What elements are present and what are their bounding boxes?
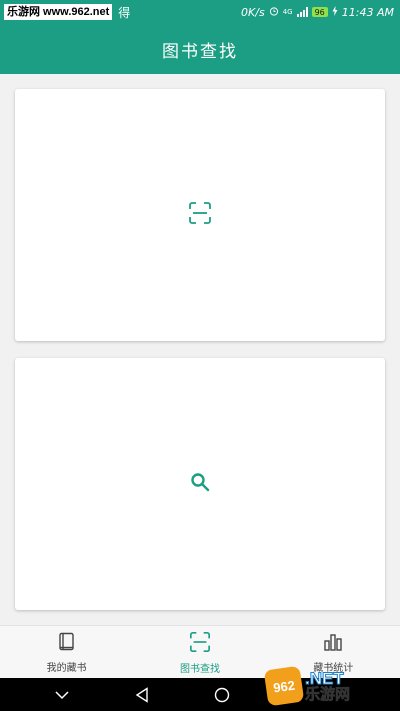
- nav-item-book-search[interactable]: 图书查找: [133, 626, 266, 679]
- scan-frame-icon: [188, 201, 212, 229]
- network-speed: 0K/s: [241, 5, 265, 19]
- page-title: 图书查找: [162, 41, 238, 62]
- charging-icon: [332, 5, 338, 19]
- watermark-logo: 962 .NET 乐游网: [263, 663, 396, 709]
- nav-item-my-books[interactable]: 我的藏书: [0, 626, 133, 679]
- search-icon: [190, 472, 210, 496]
- search-book-card[interactable]: [15, 358, 385, 610]
- watermark-logo-badge: 962: [263, 665, 305, 707]
- chevron-down-icon[interactable]: [22, 690, 102, 700]
- home-circle-icon[interactable]: [182, 687, 262, 703]
- network-type: 4G: [282, 8, 293, 16]
- book-icon: [58, 632, 76, 655]
- alarm-icon: [269, 6, 279, 19]
- scan-isbn-card[interactable]: [15, 89, 385, 341]
- battery-icon: 96: [311, 7, 328, 17]
- status-extra-text: 得: [118, 5, 131, 20]
- watermark-label: 乐游网 www.962.net: [4, 4, 113, 20]
- nav-label-my-books: 我的藏书: [46, 662, 87, 674]
- app-bar: 图书查找: [0, 24, 400, 74]
- watermark-cn-text: 乐游网: [305, 685, 351, 703]
- clock-time: 11:43 AM: [341, 5, 394, 19]
- signal-icon: [296, 7, 308, 17]
- scan-frame-icon: [189, 631, 211, 656]
- nav-label-book-search: 图书查找: [179, 663, 220, 675]
- status-bar: 乐游网 www.962.net 得 0K/s 4G 96 11:43 AM: [0, 0, 400, 24]
- bar-chart-icon: [323, 632, 343, 655]
- back-triangle-icon[interactable]: [102, 686, 182, 703]
